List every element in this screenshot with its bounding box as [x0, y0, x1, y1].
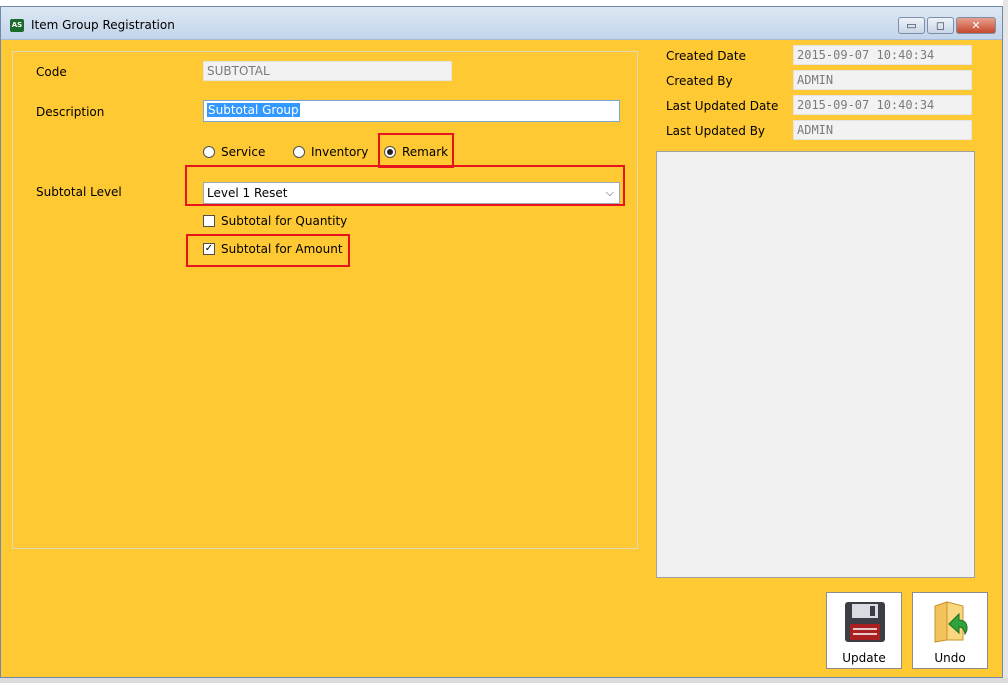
subtotal-quantity-checkbox[interactable]: Subtotal for Quantity: [203, 212, 347, 230]
update-button-label: Update: [842, 651, 886, 665]
description-value: Subtotal Group: [207, 103, 300, 117]
radio-inventory-label: Inventory: [311, 145, 369, 159]
subtotal-level-label: Subtotal Level: [36, 185, 122, 199]
subtotal-quantity-box[interactable]: [203, 215, 215, 227]
radio-service-label: Service: [221, 145, 266, 159]
background-window-edge: [1003, 0, 1008, 683]
maximize-icon[interactable]: ◻: [927, 17, 954, 34]
highlight-subtotal-level: [185, 165, 625, 206]
code-field[interactable]: SUBTOTAL: [203, 61, 452, 81]
highlight-remark: [378, 133, 454, 168]
description-input[interactable]: Subtotal Group: [203, 100, 620, 122]
notes-panel[interactable]: [656, 151, 975, 578]
app-logo-icon: AS: [10, 19, 24, 32]
code-label: Code: [36, 65, 67, 79]
radio-inventory[interactable]: Inventory: [293, 142, 368, 162]
created-date-label: Created Date: [666, 49, 746, 63]
last-updated-by-field: ADMIN: [793, 120, 972, 140]
close-icon[interactable]: ✕: [956, 17, 996, 34]
last-updated-date-field: 2015-09-07 10:40:34: [793, 95, 972, 115]
last-updated-by-label: Last Updated By: [666, 124, 766, 138]
created-by-field: ADMIN: [793, 70, 972, 90]
radio-service[interactable]: Service: [203, 142, 265, 162]
created-date-field: 2015-09-07 10:40:34: [793, 45, 972, 65]
update-button[interactable]: Update: [826, 592, 902, 669]
folder-undo-icon: [934, 601, 968, 643]
minimize-icon[interactable]: ▭: [898, 17, 925, 34]
floppy-disk-icon: [845, 602, 885, 642]
window-controls: ▭ ◻ ✕: [896, 17, 996, 35]
last-updated-date-label: Last Updated Date: [666, 99, 779, 113]
window-title: Item Group Registration: [31, 18, 175, 32]
radio-inventory-circle[interactable]: [293, 146, 305, 158]
description-label: Description: [36, 105, 105, 119]
undo-button[interactable]: Undo: [912, 592, 988, 669]
subtotal-quantity-label: Subtotal for Quantity: [221, 214, 348, 228]
highlight-subtotal-amount: [186, 234, 350, 267]
background-window-edge-bottom: [0, 678, 1008, 683]
item-group-registration-window: AS Item Group Registration ▭ ◻ ✕ Code SU…: [0, 6, 1003, 678]
details-group-box: [12, 51, 638, 549]
radio-service-circle[interactable]: [203, 146, 215, 158]
undo-button-label: Undo: [934, 651, 966, 665]
created-by-label: Created By: [666, 74, 733, 88]
title-bar[interactable]: AS Item Group Registration ▭ ◻ ✕: [1, 7, 1002, 40]
